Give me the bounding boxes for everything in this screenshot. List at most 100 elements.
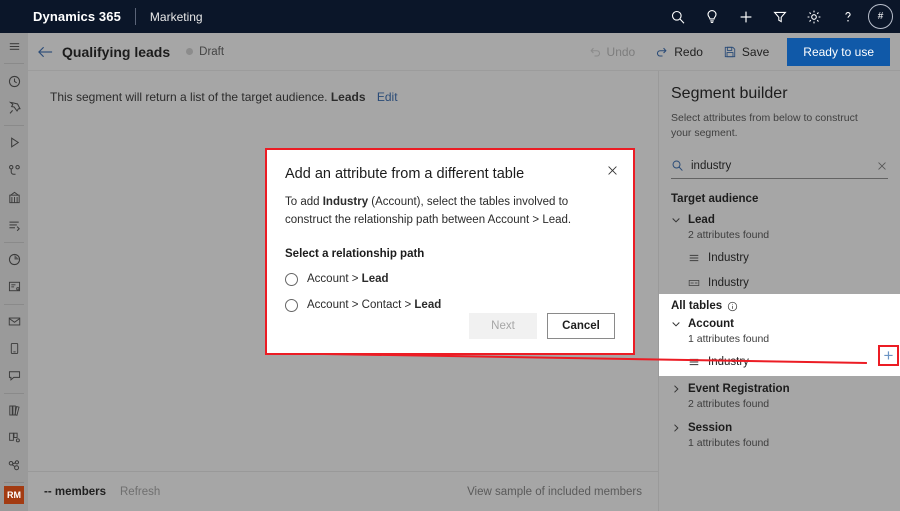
bottom-status-bar: -- members Refresh View sample of includ… <box>28 471 658 511</box>
brand-divider <box>135 8 136 25</box>
library-icon[interactable] <box>0 397 28 424</box>
play-triangle-icon[interactable] <box>0 129 28 156</box>
radio-button-icon[interactable] <box>285 273 298 286</box>
relationship-path-option-1[interactable]: Account > Lead <box>285 273 615 286</box>
relationship-path-option-2[interactable]: Account > Contact > Lead <box>285 299 615 312</box>
chevron-right-icon <box>671 423 681 433</box>
search-icon[interactable] <box>661 0 695 33</box>
segment-description-text: This segment will return a list of the t… <box>50 90 327 104</box>
radio-button-icon[interactable] <box>285 299 298 312</box>
page-title: Qualifying leads <box>62 44 170 60</box>
tree-group-session-header[interactable]: Session <box>671 422 891 434</box>
attribute-label: Industry <box>708 252 749 264</box>
edit-audience-link[interactable]: Edit <box>377 90 398 104</box>
text-field-icon <box>688 277 700 289</box>
events-icon[interactable] <box>0 184 28 211</box>
save-button[interactable]: Save <box>713 40 779 64</box>
add-attribute-dialog: Add an attribute from a different table … <box>265 148 635 355</box>
settings-gear-icon[interactable] <box>797 0 831 33</box>
dialog-body-part1: To add <box>285 196 323 208</box>
app-name-label[interactable]: Marketing <box>150 10 203 24</box>
attribute-row[interactable]: Industry <box>688 275 888 291</box>
rail-divider <box>4 304 24 305</box>
search-input[interactable]: industry <box>691 160 869 172</box>
dialog-subheader: Select a relationship path <box>285 248 615 260</box>
option1-bold: Lead <box>362 273 389 285</box>
next-button[interactable]: Next <box>469 313 537 339</box>
rail-divider <box>4 482 24 483</box>
segment-audience-name: Leads <box>331 90 366 104</box>
recent-clock-icon[interactable] <box>0 67 28 94</box>
all-tables-label: All tables <box>671 300 722 312</box>
tree-group-event-registration-header[interactable]: Event Registration <box>671 383 891 395</box>
contacts-icon[interactable] <box>0 451 28 478</box>
undo-icon <box>588 45 602 59</box>
status-dot-icon <box>186 48 193 55</box>
tree-group-count: 1 attributes found <box>688 333 889 345</box>
dialog-title: Add an attribute from a different table <box>285 166 615 182</box>
attribute-row[interactable]: Industry <box>688 250 888 266</box>
close-x-icon[interactable] <box>606 164 619 177</box>
undo-button[interactable]: Undo <box>578 40 646 64</box>
view-sample-link[interactable]: View sample of included members <box>467 486 642 498</box>
left-nav-rail: RM <box>0 33 28 511</box>
tree-group-count: 2 attributes found <box>688 229 888 241</box>
chat-bubble-icon[interactable] <box>0 362 28 389</box>
pinned-pin-icon[interactable] <box>0 95 28 122</box>
chevron-right-icon <box>671 384 681 394</box>
form-icon[interactable] <box>0 273 28 300</box>
ready-to-use-button[interactable]: Ready to use <box>787 38 890 66</box>
analytics-pie-icon[interactable] <box>0 246 28 273</box>
tree-group-account-header[interactable]: Account <box>671 318 889 330</box>
command-bar-actions: Undo Redo Save Ready to <box>578 38 900 66</box>
hamburger-menu-icon[interactable] <box>0 33 28 60</box>
tree-group-count: 2 attributes found <box>688 398 891 410</box>
suite-bar-actions: # <box>661 0 900 33</box>
add-attribute-button[interactable]: + <box>878 345 899 366</box>
segment-description: This segment will return a list of the t… <box>50 90 398 104</box>
rail-divider <box>4 63 24 64</box>
app-root: Dynamics 365 Marketing <box>0 0 900 511</box>
dialog-footer: Next Cancel <box>469 313 615 339</box>
chevron-down-icon <box>671 215 681 225</box>
target-audience-header: Target audience <box>671 193 888 205</box>
info-circle-icon[interactable] <box>727 301 738 312</box>
back-arrow-icon[interactable] <box>28 45 62 59</box>
tree-group-label: Account <box>688 318 734 330</box>
filter-icon[interactable] <box>763 0 797 33</box>
status-badge: Draft <box>199 46 224 58</box>
attribute-label: Industry <box>708 277 749 289</box>
user-avatar[interactable]: # <box>868 4 893 29</box>
templates-icon[interactable] <box>0 424 28 451</box>
tree-group-lead-header[interactable]: Lead <box>671 214 888 226</box>
tree-group-label: Event Registration <box>688 383 790 395</box>
lightbulb-icon[interactable] <box>695 0 729 33</box>
segments-icon[interactable] <box>0 211 28 238</box>
search-icon <box>671 159 684 172</box>
rail-divider <box>4 393 24 394</box>
refresh-link[interactable]: Refresh <box>120 486 160 498</box>
cancel-button[interactable]: Cancel <box>547 313 615 339</box>
tree-group-count: 1 attributes found <box>688 437 891 449</box>
rail-divider <box>4 242 24 243</box>
save-label: Save <box>742 45 769 59</box>
customer-journey-icon[interactable] <box>0 157 28 184</box>
help-question-icon[interactable] <box>831 0 865 33</box>
clear-search-icon[interactable] <box>876 160 888 172</box>
redo-button[interactable]: Redo <box>645 40 713 64</box>
save-disk-icon <box>723 45 737 59</box>
redo-label: Redo <box>674 45 703 59</box>
brand-label[interactable]: Dynamics 365 <box>0 9 121 24</box>
panel-title: Segment builder <box>671 85 888 103</box>
email-icon[interactable] <box>0 307 28 334</box>
add-icon[interactable] <box>729 0 763 33</box>
attribute-search-box[interactable]: industry <box>671 153 888 179</box>
segment-builder-panel: Segment builder Select attributes from b… <box>658 71 900 511</box>
suite-bar: Dynamics 365 Marketing <box>0 0 900 33</box>
redo-icon <box>655 45 669 59</box>
mobile-icon[interactable] <box>0 335 28 362</box>
tree-group-event-registration: Event Registration 2 attributes found <box>671 383 891 410</box>
dialog-content: Add an attribute from a different table … <box>267 150 633 312</box>
tree-group-lead: Lead 2 attributes found Industry Industr… <box>671 214 888 291</box>
rail-user-avatar[interactable]: RM <box>4 486 24 504</box>
